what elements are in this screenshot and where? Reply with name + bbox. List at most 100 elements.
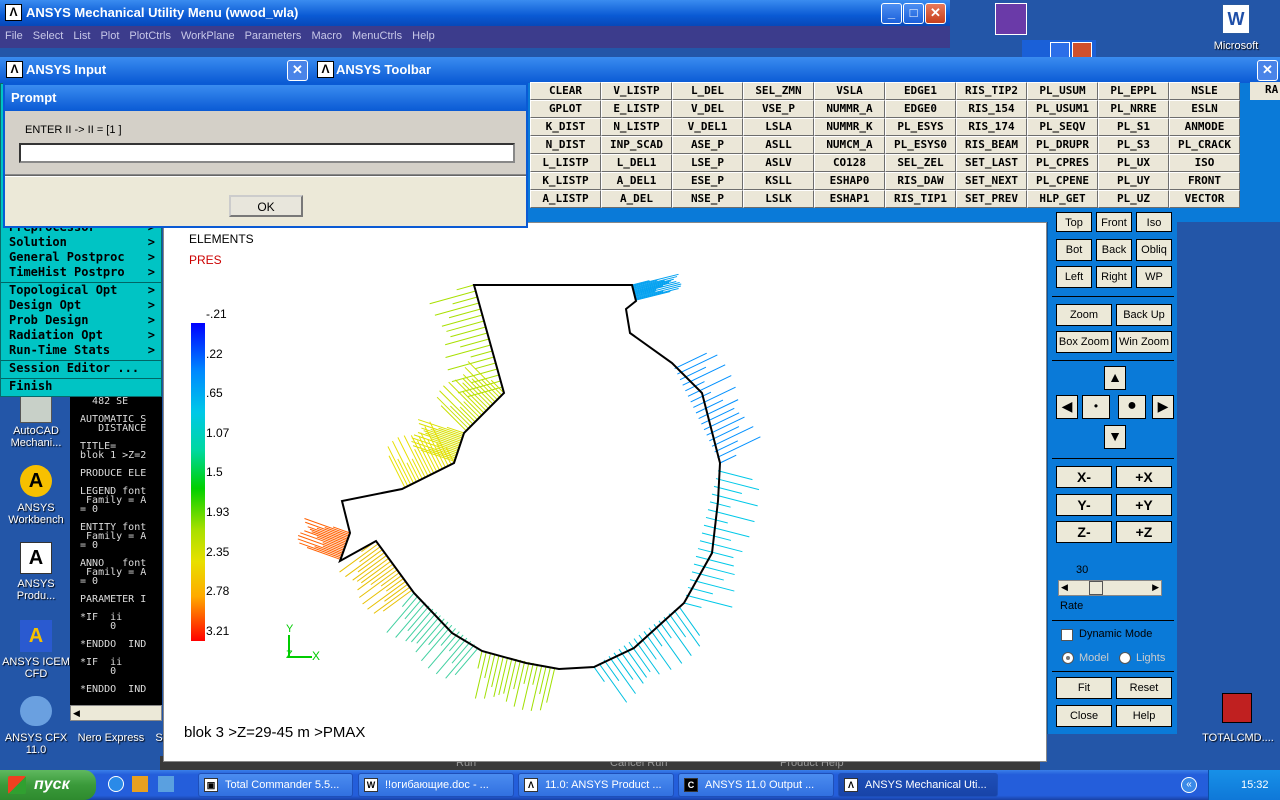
view-obliq-button[interactable]: Obliq <box>1136 239 1172 261</box>
view-right-button[interactable]: Right <box>1096 266 1132 288</box>
pan-down-icon[interactable]: ▼ <box>1104 425 1126 449</box>
toolbar-btn-ese-p[interactable]: ESE_P <box>672 172 743 190</box>
toolbar-btn-vsla[interactable]: VSLA <box>814 82 885 100</box>
toolbar-btn-gplot[interactable]: GPLOT <box>530 100 601 118</box>
toolbar-btn-nsle[interactable]: NSLE <box>1169 82 1240 100</box>
toolbar-btn-anmode[interactable]: ANMODE <box>1169 118 1240 136</box>
graphics-area[interactable]: ELEMENTS PRES -.21.22.65 1.07 1.5 1.93 2.35 2… <box>163 222 1047 762</box>
toolbar-btn-edge0[interactable]: EDGE0 <box>885 100 956 118</box>
prompt-input[interactable] <box>19 143 515 163</box>
toolbar-btn-pl-eppl[interactable]: PL_EPPL <box>1098 82 1169 100</box>
menu-run-time-stats[interactable]: Run-Time Stats > <box>1 343 161 358</box>
menu-finish[interactable]: Finish <box>1 379 161 394</box>
pan-up-icon[interactable]: ▲ <box>1104 366 1126 390</box>
task-ansys-output[interactable]: C ANSYS 11.0 Output ... <box>678 773 834 797</box>
toolbar-btn-co128[interactable]: CO128 <box>814 154 885 172</box>
main-window-titlebar[interactable]: Λ ANSYS Mechanical Utility Menu (wwod_wl… <box>0 0 950 26</box>
toolbar-btn-k-dist[interactable]: K_DIST <box>530 118 601 136</box>
toolbar-btn-pl-nrre[interactable]: PL_NRRE <box>1098 100 1169 118</box>
toolbar-btn-ris-174[interactable]: RIS_174 <box>956 118 1027 136</box>
menu-file[interactable]: File <box>0 26 28 46</box>
menu-menuctrls[interactable]: MenuCtrls <box>347 26 407 46</box>
menu-list[interactable]: List <box>68 26 95 46</box>
rotate-z-minus-button[interactable]: Z- <box>1056 521 1112 543</box>
toolbar-btn-asll[interactable]: ASLL <box>743 136 814 154</box>
toolbar-btn-eshap0[interactable]: ESHAP0 <box>814 172 885 190</box>
toolbar-btn-ksll[interactable]: KSLL <box>743 172 814 190</box>
tray-expand-icon[interactable]: « <box>1181 777 1197 793</box>
ansys-icem-icon[interactable]: A <box>20 620 52 652</box>
win-zoom-button[interactable]: Win Zoom <box>1116 331 1172 353</box>
toolbar-btn-n-listp[interactable]: N_LISTP <box>601 118 672 136</box>
toolbar-btn-pl-cpene[interactable]: PL_CPENE <box>1027 172 1098 190</box>
pan-close-button[interactable]: Close <box>1056 705 1112 727</box>
toolbar-btn-nummr-a[interactable]: NUMMR_A <box>814 100 885 118</box>
prompt-titlebar[interactable]: Prompt <box>5 85 526 111</box>
toolbar-btn-pl-uz[interactable]: PL_UZ <box>1098 190 1169 208</box>
toolbar-btn-ris-beam[interactable]: RIS_BEAM <box>956 136 1027 154</box>
toolbar-btn-ase-p[interactable]: ASE_P <box>672 136 743 154</box>
view-left-button[interactable]: Left <box>1056 266 1092 288</box>
menu-help[interactable]: Help <box>407 26 440 46</box>
autocad-icon[interactable] <box>20 395 52 423</box>
model-radio[interactable] <box>1062 652 1074 664</box>
view-top-button[interactable]: Top <box>1056 212 1092 232</box>
toolbar-btn-inp-scad[interactable]: INP_SCAD <box>601 136 672 154</box>
toolbar-btn-pl-s1[interactable]: PL_S1 <box>1098 118 1169 136</box>
toolbar-btn-pl-usum[interactable]: PL_USUM <box>1027 82 1098 100</box>
view-back-button[interactable]: Back <box>1096 239 1132 261</box>
task-total-commander[interactable]: ▣ Total Commander 5.5... <box>198 773 353 797</box>
toolbar-btn-lse-p[interactable]: LSE_P <box>672 154 743 172</box>
task-word-doc[interactable]: W !!огибающие.doc - ... <box>358 773 514 797</box>
toolbar-btn-set-next[interactable]: SET_NEXT <box>956 172 1027 190</box>
toolbar-btn-nse-p[interactable]: NSE_P <box>672 190 743 208</box>
show-desktop-icon[interactable] <box>158 776 174 792</box>
rotate-z-plus-button[interactable]: +Z <box>1116 521 1172 543</box>
toolbar-btn-front[interactable]: FRONT <box>1169 172 1240 190</box>
toolbar-window-titlebar[interactable]: Λ ANSYS Toolbar ✕ <box>312 57 1280 83</box>
start-button[interactable]: пуск <box>0 770 96 800</box>
pan-right-icon[interactable]: ▶ <box>1152 395 1174 419</box>
desktop-app-icon[interactable] <box>995 3 1027 35</box>
task-ansys-product[interactable]: Λ 11.0: ANSYS Product ... <box>518 773 674 797</box>
view-bot-button[interactable]: Bot <box>1056 239 1092 261</box>
toolbar-btn-numcm-a[interactable]: NUMCM_A <box>814 136 885 154</box>
fit-button[interactable]: Fit <box>1056 677 1112 699</box>
menu-parameters[interactable]: Parameters <box>240 26 307 46</box>
rotate-y-plus-button[interactable]: +Y <box>1116 494 1172 516</box>
menu-prob-design[interactable]: Prob Design > <box>1 313 161 328</box>
toolbar-btn-pl-esys0[interactable]: PL_ESYS0 <box>885 136 956 154</box>
toolbar-btn-eshap1[interactable]: ESHAP1 <box>814 190 885 208</box>
menu-solution[interactable]: Solution > <box>1 235 161 250</box>
hidden-window-close[interactable] <box>1072 42 1092 58</box>
toolbar-btn-pl-drupr[interactable]: PL_DRUPR <box>1027 136 1098 154</box>
slider-thumb[interactable] <box>1089 581 1103 595</box>
quicklaunch-icon[interactable] <box>132 776 148 792</box>
toolbar-btn-ris-154[interactable]: RIS_154 <box>956 100 1027 118</box>
minimize-button[interactable]: _ <box>881 3 902 24</box>
toolbar-btn-v-del1[interactable]: V_DEL1 <box>672 118 743 136</box>
dynamic-mode-checkbox[interactable] <box>1061 629 1073 641</box>
ansys-workbench-icon[interactable]: A <box>20 465 52 497</box>
hidden-window-minimize[interactable] <box>1050 42 1070 58</box>
toolbar-btn-vector[interactable]: VECTOR <box>1169 190 1240 208</box>
totalcmd-icon[interactable] <box>1222 693 1252 723</box>
menu-topological-opt[interactable]: Topological Opt > <box>1 283 161 298</box>
task-ansys-mechanical[interactable]: Λ ANSYS Mechanical Uti... <box>838 773 998 797</box>
toolbar-overflow-button[interactable]: RA <box>1250 82 1280 100</box>
view-iso-button[interactable]: Iso <box>1136 212 1172 232</box>
toolbar-btn-iso[interactable]: ISO <box>1169 154 1240 172</box>
menu-workplane[interactable]: WorkPlane <box>176 26 240 46</box>
toolbar-btn-v-del[interactable]: V_DEL <box>672 100 743 118</box>
scroll-left-icon[interactable]: ◀ <box>73 708 80 719</box>
toolbar-btn-pl-s3[interactable]: PL_S3 <box>1098 136 1169 154</box>
toolbar-btn-lslk[interactable]: LSLK <box>743 190 814 208</box>
toolbar-btn-l-del1[interactable]: L_DEL1 <box>601 154 672 172</box>
menu-macro[interactable]: Macro <box>306 26 347 46</box>
menu-timehist-postpro[interactable]: TimeHist Postpro > <box>1 265 161 280</box>
ok-button[interactable]: OK <box>229 195 303 217</box>
menu-session-editor[interactable]: Session Editor ... <box>1 361 161 376</box>
zoom-button[interactable]: Zoom <box>1056 304 1112 326</box>
console-scrollbar[interactable]: ◀ <box>70 705 162 721</box>
toolbar-btn-pl-crack[interactable]: PL_CRACK <box>1169 136 1240 154</box>
